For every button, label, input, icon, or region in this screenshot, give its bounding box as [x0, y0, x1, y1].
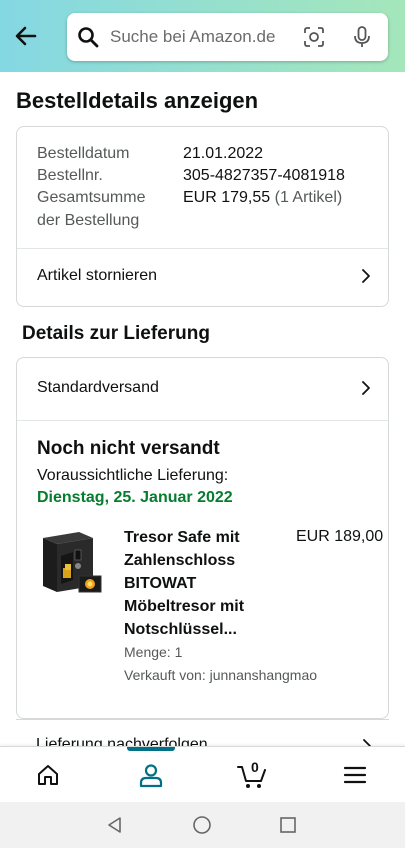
estimated-delivery-label: Voraussichtliche Lieferung:: [37, 467, 229, 484]
delivery-details-card: Standardversand Noch nicht versandt Vora…: [16, 357, 389, 719]
product-title-line: Tresor Safe mit: [124, 529, 240, 546]
product-price: EUR 189,00: [296, 528, 384, 545]
chevron-right-icon: [362, 381, 370, 395]
user-icon: [139, 764, 163, 788]
order-number-label: Bestellnr.: [37, 167, 103, 184]
system-nav-bar: [0, 802, 405, 848]
nav-home-button[interactable]: [8, 747, 88, 803]
delivery-section-title: Details zur Lieferung: [22, 323, 210, 344]
nav-account-button[interactable]: [111, 747, 191, 803]
cancel-items-label: Artikel stornieren: [37, 267, 158, 284]
product-title-line: Zahlenschloss: [124, 552, 236, 569]
search-icon: [77, 25, 101, 49]
product-seller[interactable]: Verkauft von: junnanshangmao: [124, 667, 317, 683]
top-header: Suche bei Amazon.de: [0, 0, 405, 72]
back-button[interactable]: [8, 18, 44, 54]
nav-menu-button[interactable]: [315, 747, 395, 803]
nav-cart-button[interactable]: 0: [212, 747, 292, 803]
cart-count-badge: 0: [251, 759, 259, 775]
order-summary-card: Bestelldatum 21.01.2022 Bestellnr. 305-4…: [16, 126, 389, 307]
cancel-items-row[interactable]: Artikel stornieren: [17, 249, 388, 303]
order-date-value: 21.01.2022: [183, 145, 264, 162]
search-input[interactable]: Suche bei Amazon.de: [110, 27, 275, 47]
page-title: Bestelldetails anzeigen: [16, 88, 259, 113]
system-recents-icon[interactable]: [278, 815, 298, 835]
order-number-value: 305-4827357-4081918: [183, 167, 345, 184]
shipment-status: Noch nicht versandt: [37, 438, 220, 459]
bottom-nav-bar: 0: [0, 746, 405, 802]
microphone-icon[interactable]: [350, 25, 374, 49]
divider: [17, 420, 388, 421]
system-back-icon[interactable]: [105, 815, 125, 835]
hamburger-menu-icon: [343, 766, 367, 784]
home-icon: [38, 765, 58, 785]
camera-scan-icon[interactable]: [302, 25, 326, 49]
back-arrow-icon: [15, 26, 37, 46]
shipping-method-row[interactable]: Standardversand: [17, 361, 388, 415]
product-image[interactable]: [39, 530, 107, 596]
product-title-line: Notschlüssel...: [124, 621, 237, 638]
order-total-label-line2: der Bestellung: [37, 212, 140, 229]
order-date-label: Bestelldatum: [37, 145, 130, 162]
chevron-right-icon: [362, 269, 370, 283]
product-title-line: Möbeltresor mit: [124, 598, 245, 615]
order-total-amount: EUR 179,55: [183, 189, 271, 206]
system-home-icon[interactable]: [192, 815, 212, 835]
shipping-method-label: Standardversand: [37, 379, 159, 396]
order-total-value: EUR 179,55 (1 Artikel): [183, 187, 342, 209]
order-item-count: (1 Artikel): [274, 189, 343, 206]
product-quantity: Menge: 1: [124, 644, 183, 660]
search-bar[interactable]: Suche bei Amazon.de: [67, 13, 388, 61]
product-title-line: BITOWAT: [124, 575, 197, 592]
estimated-delivery-date: Dienstag, 25. Januar 2022: [37, 489, 233, 506]
order-total-label-line1: Gesamtsumme: [37, 189, 146, 206]
product-title[interactable]: Tresor Safe mit Zahlenschloss BITOWAT Mö…: [124, 526, 294, 641]
